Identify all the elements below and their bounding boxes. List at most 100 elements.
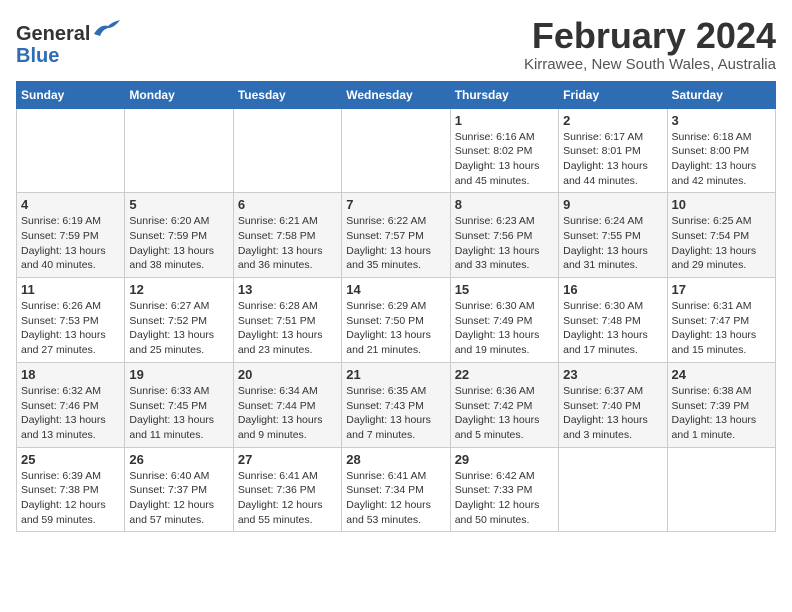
calendar-week-row: 1 Sunrise: 6:16 AM Sunset: 8:02 PM Daylig…	[17, 108, 776, 193]
calendar-cell: 24 Sunrise: 6:38 AM Sunset: 7:39 PM Dayli…	[667, 362, 775, 447]
day-number: 16	[563, 282, 662, 297]
calendar-cell: 1 Sunrise: 6:16 AM Sunset: 8:02 PM Daylig…	[450, 108, 558, 193]
calendar-cell: 26Sunrise: 6:40 AM Sunset: 7:37 PM Dayli…	[125, 447, 233, 532]
day-number: 22	[455, 367, 554, 382]
day-detail: Sunrise: 6:19 AM Sunset: 7:59 PM Dayligh…	[21, 214, 120, 273]
day-number: 25	[21, 452, 120, 467]
calendar-cell: 9 Sunrise: 6:24 AM Sunset: 7:55 PM Daylig…	[559, 193, 667, 278]
day-number: 28	[346, 452, 445, 467]
calendar-cell: 6 Sunrise: 6:21 AM Sunset: 7:58 PM Daylig…	[233, 193, 341, 278]
logo-general: General	[16, 23, 90, 45]
calendar-cell: 4 Sunrise: 6:19 AM Sunset: 7:59 PM Daylig…	[17, 193, 125, 278]
calendar-cell: 16 Sunrise: 6:30 AM Sunset: 7:48 PM Dayli…	[559, 278, 667, 363]
day-number: 20	[238, 367, 337, 382]
calendar-cell: 19 Sunrise: 6:33 AM Sunset: 7:45 PM Dayli…	[125, 362, 233, 447]
calendar-cell: 3 Sunrise: 6:18 AM Sunset: 8:00 PM Daylig…	[667, 108, 775, 193]
day-detail: Sunrise: 6:17 AM Sunset: 8:01 PM Dayligh…	[563, 130, 662, 189]
calendar-week-row: 25 Sunrise: 6:39 AM Sunset: 7:38 PM Dayli…	[17, 447, 776, 532]
day-number: 12	[129, 282, 228, 297]
calendar-cell: 22 Sunrise: 6:36 AM Sunset: 7:42 PM Dayli…	[450, 362, 558, 447]
day-detail: Sunrise: 6:34 AM Sunset: 7:44 PM Dayligh…	[238, 384, 337, 443]
day-number: 26	[129, 452, 228, 467]
calendar-cell: 13 Sunrise: 6:28 AM Sunset: 7:51 PM Dayli…	[233, 278, 341, 363]
weekday-header-sunday: Sunday	[17, 81, 125, 108]
day-number: 9	[563, 197, 662, 212]
day-number: 3	[672, 113, 771, 128]
calendar-cell: 2 Sunrise: 6:17 AM Sunset: 8:01 PM Daylig…	[559, 108, 667, 193]
calendar-cell: 12Sunrise: 6:27 AM Sunset: 7:52 PM Dayli…	[125, 278, 233, 363]
weekday-header-thursday: Thursday	[450, 81, 558, 108]
day-detail: Sunrise: 6:29 AM Sunset: 7:50 PM Dayligh…	[346, 299, 445, 358]
calendar-cell	[17, 108, 125, 193]
day-detail: Sunrise: 6:38 AM Sunset: 7:39 PM Dayligh…	[672, 384, 771, 443]
logo-bird-icon	[92, 16, 120, 40]
calendar-cell: 21 Sunrise: 6:35 AM Sunset: 7:43 PM Dayli…	[342, 362, 450, 447]
day-number: 24	[672, 367, 771, 382]
day-detail: Sunrise: 6:22 AM Sunset: 7:57 PM Dayligh…	[346, 214, 445, 273]
day-number: 2	[563, 113, 662, 128]
day-number: 17	[672, 282, 771, 297]
calendar-cell: 8 Sunrise: 6:23 AM Sunset: 7:56 PM Daylig…	[450, 193, 558, 278]
calendar-cell: 28 Sunrise: 6:41 AM Sunset: 7:34 PM Dayli…	[342, 447, 450, 532]
calendar-cell	[667, 447, 775, 532]
day-detail: Sunrise: 6:33 AM Sunset: 7:45 PM Dayligh…	[129, 384, 228, 443]
calendar-cell	[559, 447, 667, 532]
calendar-table: SundayMondayTuesdayWednesdayThursdayFrid…	[16, 81, 776, 533]
title-block: February 2024 Kirrawee, New South Wales,…	[524, 16, 776, 73]
location-subtitle: Kirrawee, New South Wales, Australia	[524, 56, 776, 73]
day-detail: Sunrise: 6:20 AM Sunset: 7:59 PM Dayligh…	[129, 214, 228, 273]
day-number: 7	[346, 197, 445, 212]
weekday-header-tuesday: Tuesday	[233, 81, 341, 108]
day-detail: Sunrise: 6:35 AM Sunset: 7:43 PM Dayligh…	[346, 384, 445, 443]
calendar-cell: 5 Sunrise: 6:20 AM Sunset: 7:59 PM Daylig…	[125, 193, 233, 278]
month-title: February 2024	[524, 16, 776, 56]
day-number: 27	[238, 452, 337, 467]
calendar-cell: 23Sunrise: 6:37 AM Sunset: 7:40 PM Dayli…	[559, 362, 667, 447]
page-header: General Blue February 2024 Kirrawee, New…	[16, 16, 776, 73]
day-number: 6	[238, 197, 337, 212]
day-detail: Sunrise: 6:26 AM Sunset: 7:53 PM Dayligh…	[21, 299, 120, 358]
calendar-cell: 20 Sunrise: 6:34 AM Sunset: 7:44 PM Dayli…	[233, 362, 341, 447]
day-detail: Sunrise: 6:42 AM Sunset: 7:33 PM Dayligh…	[455, 469, 554, 528]
day-number: 8	[455, 197, 554, 212]
calendar-header-row: SundayMondayTuesdayWednesdayThursdayFrid…	[17, 81, 776, 108]
day-detail: Sunrise: 6:37 AM Sunset: 7:40 PM Dayligh…	[563, 384, 662, 443]
calendar-cell: 7 Sunrise: 6:22 AM Sunset: 7:57 PM Daylig…	[342, 193, 450, 278]
calendar-week-row: 4 Sunrise: 6:19 AM Sunset: 7:59 PM Daylig…	[17, 193, 776, 278]
day-number: 21	[346, 367, 445, 382]
logo: General Blue	[16, 16, 120, 67]
day-detail: Sunrise: 6:28 AM Sunset: 7:51 PM Dayligh…	[238, 299, 337, 358]
day-number: 11	[21, 282, 120, 297]
day-number: 1	[455, 113, 554, 128]
calendar-week-row: 11 Sunrise: 6:26 AM Sunset: 7:53 PM Dayli…	[17, 278, 776, 363]
day-number: 18	[21, 367, 120, 382]
calendar-cell: 18Sunrise: 6:32 AM Sunset: 7:46 PM Dayli…	[17, 362, 125, 447]
calendar-week-row: 18Sunrise: 6:32 AM Sunset: 7:46 PM Dayli…	[17, 362, 776, 447]
calendar-cell: 11 Sunrise: 6:26 AM Sunset: 7:53 PM Dayli…	[17, 278, 125, 363]
day-detail: Sunrise: 6:31 AM Sunset: 7:47 PM Dayligh…	[672, 299, 771, 358]
calendar-cell: 15Sunrise: 6:30 AM Sunset: 7:49 PM Dayli…	[450, 278, 558, 363]
day-detail: Sunrise: 6:41 AM Sunset: 7:34 PM Dayligh…	[346, 469, 445, 528]
day-detail: Sunrise: 6:21 AM Sunset: 7:58 PM Dayligh…	[238, 214, 337, 273]
day-detail: Sunrise: 6:39 AM Sunset: 7:38 PM Dayligh…	[21, 469, 120, 528]
calendar-cell	[342, 108, 450, 193]
day-number: 13	[238, 282, 337, 297]
day-detail: Sunrise: 6:18 AM Sunset: 8:00 PM Dayligh…	[672, 130, 771, 189]
day-detail: Sunrise: 6:36 AM Sunset: 7:42 PM Dayligh…	[455, 384, 554, 443]
day-number: 29	[455, 452, 554, 467]
day-number: 5	[129, 197, 228, 212]
day-detail: Sunrise: 6:16 AM Sunset: 8:02 PM Dayligh…	[455, 130, 554, 189]
day-number: 19	[129, 367, 228, 382]
calendar-cell: 27Sunrise: 6:41 AM Sunset: 7:36 PM Dayli…	[233, 447, 341, 532]
day-detail: Sunrise: 6:24 AM Sunset: 7:55 PM Dayligh…	[563, 214, 662, 273]
day-number: 4	[21, 197, 120, 212]
day-number: 14	[346, 282, 445, 297]
calendar-cell: 10Sunrise: 6:25 AM Sunset: 7:54 PM Dayli…	[667, 193, 775, 278]
day-detail: Sunrise: 6:23 AM Sunset: 7:56 PM Dayligh…	[455, 214, 554, 273]
day-detail: Sunrise: 6:30 AM Sunset: 7:48 PM Dayligh…	[563, 299, 662, 358]
weekday-header-wednesday: Wednesday	[342, 81, 450, 108]
weekday-header-saturday: Saturday	[667, 81, 775, 108]
calendar-cell: 29 Sunrise: 6:42 AM Sunset: 7:33 PM Dayli…	[450, 447, 558, 532]
calendar-cell: 14 Sunrise: 6:29 AM Sunset: 7:50 PM Dayli…	[342, 278, 450, 363]
calendar-cell	[125, 108, 233, 193]
